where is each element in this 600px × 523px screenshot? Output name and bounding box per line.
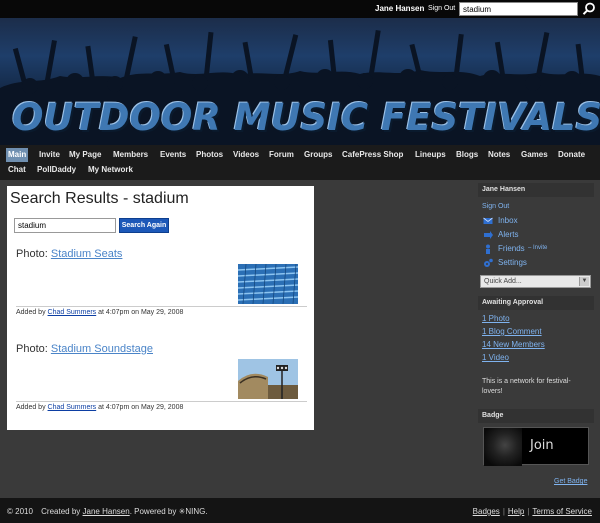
nav-item-blogs[interactable]: Blogs	[454, 148, 480, 162]
settings-gear-icon	[484, 258, 493, 267]
footer: © 2010 Created by Jane Hansen. Powered b…	[0, 498, 600, 523]
top-sign-out-link[interactable]: Sign Out	[428, 5, 455, 12]
result-link[interactable]: Stadium Soundstage	[51, 343, 153, 355]
result-title: Photo: Stadium Soundstage	[16, 343, 153, 355]
search-icon[interactable]	[582, 2, 596, 16]
get-badge-link[interactable]: Get Badge	[554, 478, 587, 485]
nav-item-photos[interactable]: Photos	[194, 148, 225, 162]
network-description: This is a network for festival-lovers!	[482, 378, 571, 395]
footer-help-link[interactable]: Help	[508, 507, 524, 516]
nav-item-events[interactable]: Events	[158, 148, 188, 162]
creator-link[interactable]: Jane Hansen	[83, 507, 130, 516]
footer-separator: |	[527, 507, 530, 516]
join-badge[interactable]: Join	[483, 427, 589, 466]
stadium-seats-thumbnail[interactable]	[238, 264, 298, 304]
nav-item-invite[interactable]: Invite	[37, 148, 62, 162]
search-result-item: Photo: Stadium Seats Added by Chad Summe…	[16, 248, 307, 328]
badge-heading: Badge	[478, 409, 594, 423]
footer-links: Badges | Help | Terms of Service	[473, 507, 592, 516]
top-search-input[interactable]	[459, 2, 578, 16]
footer-terms-link[interactable]: Terms of Service	[532, 507, 592, 516]
page-title: Search Results - stadium	[10, 190, 189, 207]
awaiting-blog-comment-link[interactable]: 1 Blog Comment	[482, 327, 542, 336]
result-meta: Added by Chad Summers at 4:07pm on May 2…	[16, 404, 183, 411]
nav-item-donate[interactable]: Donate	[556, 148, 587, 162]
result-divider	[16, 401, 307, 402]
alerts-icon	[484, 231, 493, 239]
nav-item-chat[interactable]: Chat	[6, 163, 28, 177]
inbox-icon	[483, 217, 493, 224]
top-bar: Jane Hansen Sign Out	[0, 0, 600, 18]
author-link[interactable]: Chad Summers	[48, 404, 97, 411]
footer-badges-link[interactable]: Badges	[473, 507, 500, 516]
added-by-label: Added by	[16, 309, 46, 316]
copyright-text: © 2010	[7, 507, 33, 516]
main-nav: Main Invite My Page Members Events Photo…	[0, 145, 600, 180]
ning-logo[interactable]: ✳NING.	[179, 507, 208, 516]
nav-item-forum[interactable]: Forum	[267, 148, 296, 162]
top-user-name[interactable]: Jane Hansen	[375, 4, 424, 13]
result-type-label: Photo:	[16, 248, 51, 260]
nav-item-videos[interactable]: Videos	[231, 148, 261, 162]
nav-item-lineups[interactable]: Lineups	[413, 148, 448, 162]
awaiting-new-members-link[interactable]: 14 New Members	[482, 340, 545, 349]
sidebar-friends-link[interactable]: Friends	[498, 244, 525, 253]
awaiting-approval-heading: Awaiting Approval	[478, 296, 594, 310]
nav-item-notes[interactable]: Notes	[486, 148, 512, 162]
sidebar-sign-out-link[interactable]: Sign Out	[482, 203, 509, 210]
result-time: at 4:07pm on May 29, 2008	[98, 309, 184, 316]
created-by-label: Created by	[41, 507, 81, 516]
nav-item-games[interactable]: Games	[519, 148, 550, 162]
chevron-down-icon: ▼	[579, 277, 589, 286]
search-input[interactable]	[14, 218, 116, 233]
sidebar-inbox-link[interactable]: Inbox	[498, 216, 518, 225]
footer-separator: |	[502, 507, 505, 516]
sidebar-settings-link[interactable]: Settings	[498, 258, 527, 267]
awaiting-photo-link[interactable]: 1 Photo	[482, 314, 510, 323]
nav-item-cafepress-shop[interactable]: CafePress Shop	[340, 148, 405, 162]
nav-item-main[interactable]: Main	[6, 148, 29, 162]
user-box-heading: Jane Hansen	[478, 183, 594, 197]
quick-add-select[interactable]: Quick Add... ▼	[480, 275, 591, 288]
search-results-panel: Search Results - stadium Search Again Ph…	[7, 186, 314, 430]
result-title: Photo: Stadium Seats	[16, 248, 122, 260]
result-type-label: Photo:	[16, 343, 51, 355]
site-header-banner: OUTDOOR MUSIC FESTIVALS	[0, 18, 600, 145]
nav-item-members[interactable]: Members	[111, 148, 150, 162]
awaiting-video-link[interactable]: 1 Video	[482, 353, 509, 362]
nav-item-polldaddy[interactable]: PollDaddy	[35, 163, 78, 177]
result-divider	[16, 306, 307, 307]
stadium-soundstage-thumbnail[interactable]	[238, 359, 298, 399]
join-badge-label: Join	[530, 438, 554, 453]
site-logo[interactable]: OUTDOOR MUSIC FESTIVALS	[12, 96, 600, 139]
footer-credits: © 2010 Created by Jane Hansen. Powered b…	[7, 507, 208, 516]
search-result-item: Photo: Stadium Soundstage Added by Chad …	[16, 343, 307, 423]
result-link[interactable]: Stadium Seats	[51, 248, 123, 260]
added-by-label: Added by	[16, 404, 46, 411]
powered-by-label: . Powered by	[129, 507, 177, 516]
nav-item-my-network[interactable]: My Network	[86, 163, 135, 177]
quick-add-value: Quick Add...	[484, 278, 522, 285]
result-time: at 4:07pm on May 29, 2008	[98, 404, 184, 411]
sidebar-alerts-link[interactable]: Alerts	[498, 230, 518, 239]
badge-image	[484, 428, 522, 466]
sidebar: Jane Hansen Sign Out Inbox Alerts Friend…	[478, 183, 594, 488]
sidebar-invite-link[interactable]: – Invite	[528, 245, 547, 251]
nav-item-groups[interactable]: Groups	[302, 148, 334, 162]
author-link[interactable]: Chad Summers	[48, 309, 97, 316]
nav-item-my-page[interactable]: My Page	[67, 148, 103, 162]
search-again-button[interactable]: Search Again	[119, 218, 169, 233]
result-meta: Added by Chad Summers at 4:07pm on May 2…	[16, 309, 183, 316]
friends-icon	[486, 244, 490, 254]
